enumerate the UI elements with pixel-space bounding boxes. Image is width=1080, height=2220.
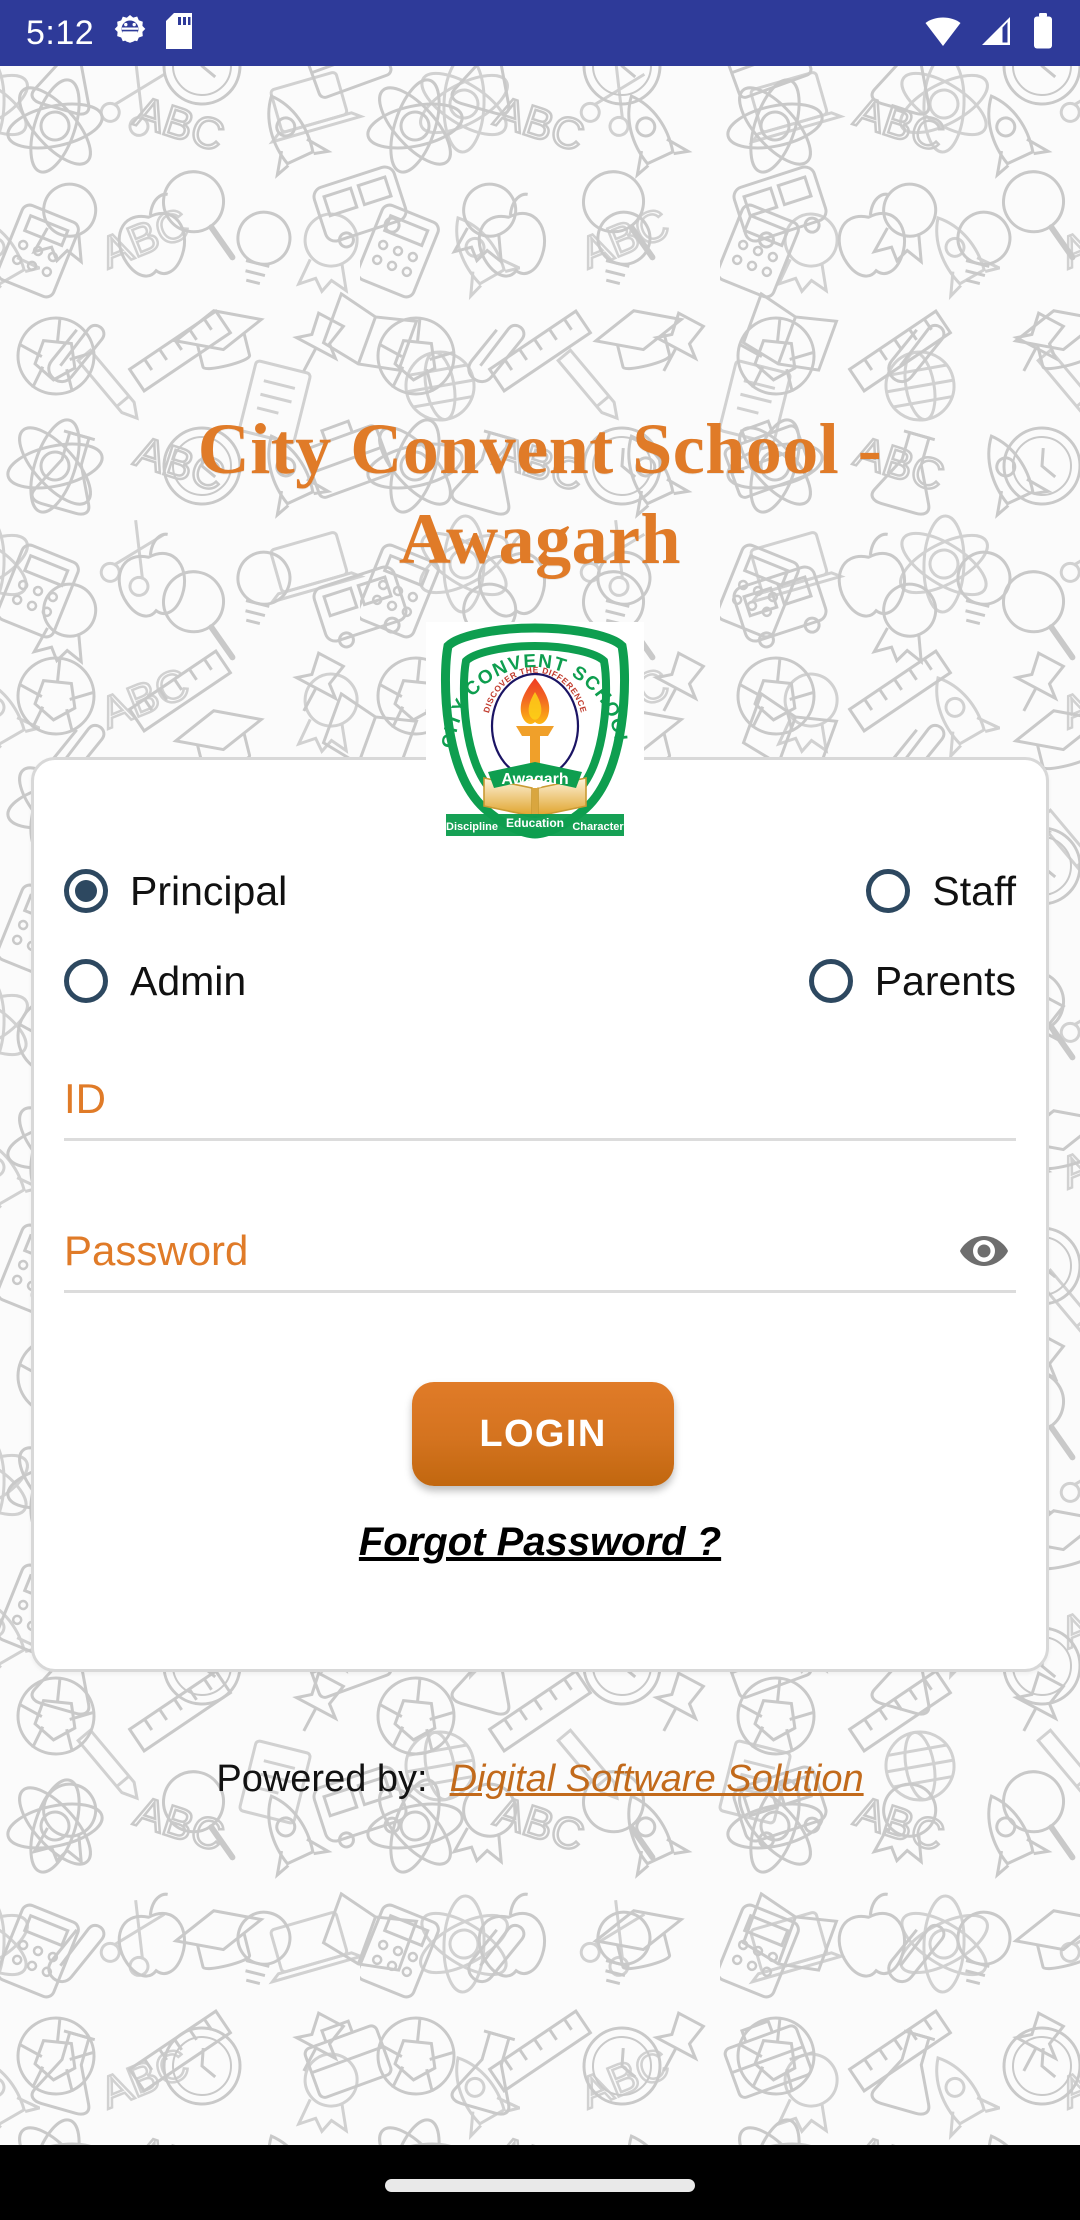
role-row-1: Principal Staff <box>64 858 1016 924</box>
radio-label-principal: Principal <box>130 867 288 914</box>
password-input[interactable]: Password <box>64 1212 1016 1290</box>
radio-option-principal[interactable]: Principal <box>64 868 287 915</box>
android-gear-icon <box>112 13 148 54</box>
system-navigation-bar <box>0 2145 1080 2220</box>
app-screen: ABC <box>0 0 1080 2220</box>
id-input[interactable]: ID <box>64 1060 1016 1138</box>
svg-text:Discipline: Discipline <box>446 821 498 833</box>
school-title: City Convent School - Awagarh <box>197 409 883 579</box>
radio-staff-icon[interactable] <box>866 869 911 913</box>
radio-label-admin: Admin <box>130 957 247 1004</box>
password-underline <box>64 1290 1016 1293</box>
home-indicator[interactable] <box>385 2179 695 2192</box>
radio-option-parents[interactable]: Parents <box>808 957 1016 1005</box>
radio-principal-icon[interactable] <box>64 869 108 913</box>
powered-by-label: Powered by: <box>216 1758 428 1800</box>
id-placeholder: ID <box>64 1075 106 1122</box>
password-placeholder: Password <box>64 1227 249 1274</box>
school-logo: CITY CONVENT SCHOOL DISCOVER THE DIFFERE… <box>426 622 644 840</box>
radio-option-admin[interactable]: Admin <box>64 958 246 1005</box>
role-row-2: Admin Parents <box>64 948 1016 1014</box>
svg-text:Awagarh: Awagarh <box>501 771 568 788</box>
radio-label-staff: Staff <box>932 867 1016 914</box>
svg-text:Education: Education <box>506 816 564 830</box>
forgot-password-link[interactable]: Forgot Password ? <box>34 1520 1046 1565</box>
id-underline <box>64 1138 1016 1141</box>
powered-by-footer: Powered by: Digital Software Solution <box>0 1758 1080 1801</box>
password-field-wrapper: Password <box>64 1212 1016 1293</box>
vendor-link[interactable]: Digital Software Solution <box>450 1758 864 1800</box>
radio-label-parents: Parents <box>874 957 1016 1004</box>
status-bar-right <box>924 12 1054 54</box>
signal-icon <box>980 15 1014 52</box>
radio-option-staff[interactable]: Staff <box>866 868 1016 915</box>
status-bar-left: 5:12 <box>26 12 193 54</box>
radio-admin-icon[interactable] <box>64 959 108 1003</box>
status-bar: 5:12 <box>0 0 1080 66</box>
id-field-wrapper: ID <box>64 1060 1016 1141</box>
status-bar-clock: 5:12 <box>26 13 95 52</box>
sd-card-icon <box>166 12 193 54</box>
svg-text:Character: Character <box>572 821 624 833</box>
login-card: Principal Staff Admin Parents ID Passwor… <box>31 757 1049 1672</box>
role-radio-group: Principal Staff Admin Parents <box>34 858 1046 1038</box>
wifi-icon <box>924 15 962 52</box>
battery-icon <box>1032 12 1054 54</box>
radio-parents-icon[interactable] <box>808 959 853 1003</box>
eye-icon[interactable] <box>956 1229 1012 1273</box>
login-button[interactable]: LOGIN <box>412 1382 674 1486</box>
